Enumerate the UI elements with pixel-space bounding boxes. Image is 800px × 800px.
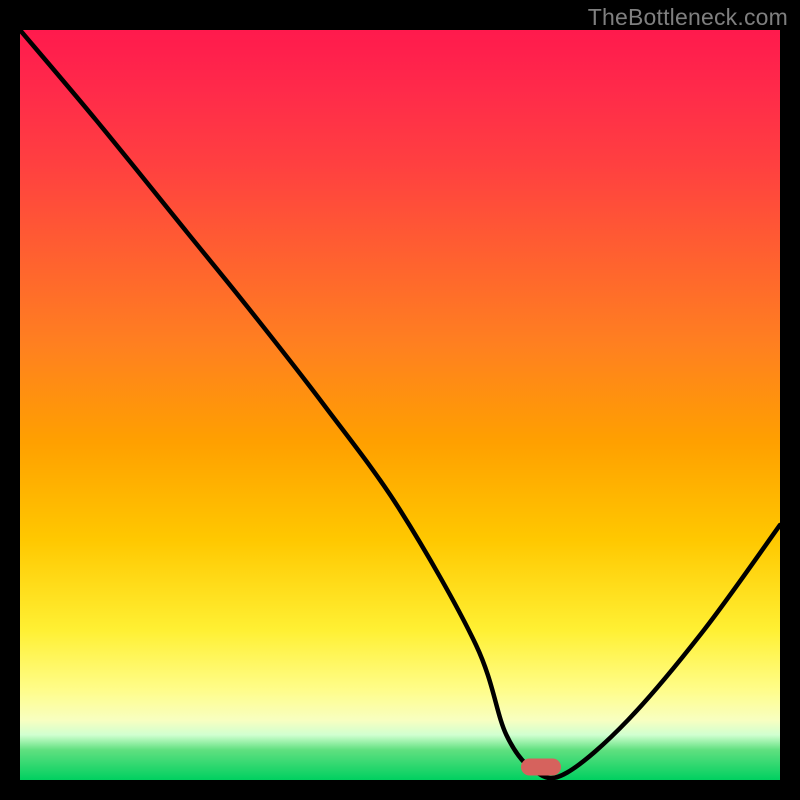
chart-frame: TheBottleneck.com: [0, 0, 800, 800]
bottleneck-curve: [20, 30, 780, 780]
watermark-text: TheBottleneck.com: [588, 4, 788, 31]
curve-path: [20, 30, 780, 778]
plot-area: [20, 30, 780, 780]
optimal-marker: [521, 759, 561, 776]
